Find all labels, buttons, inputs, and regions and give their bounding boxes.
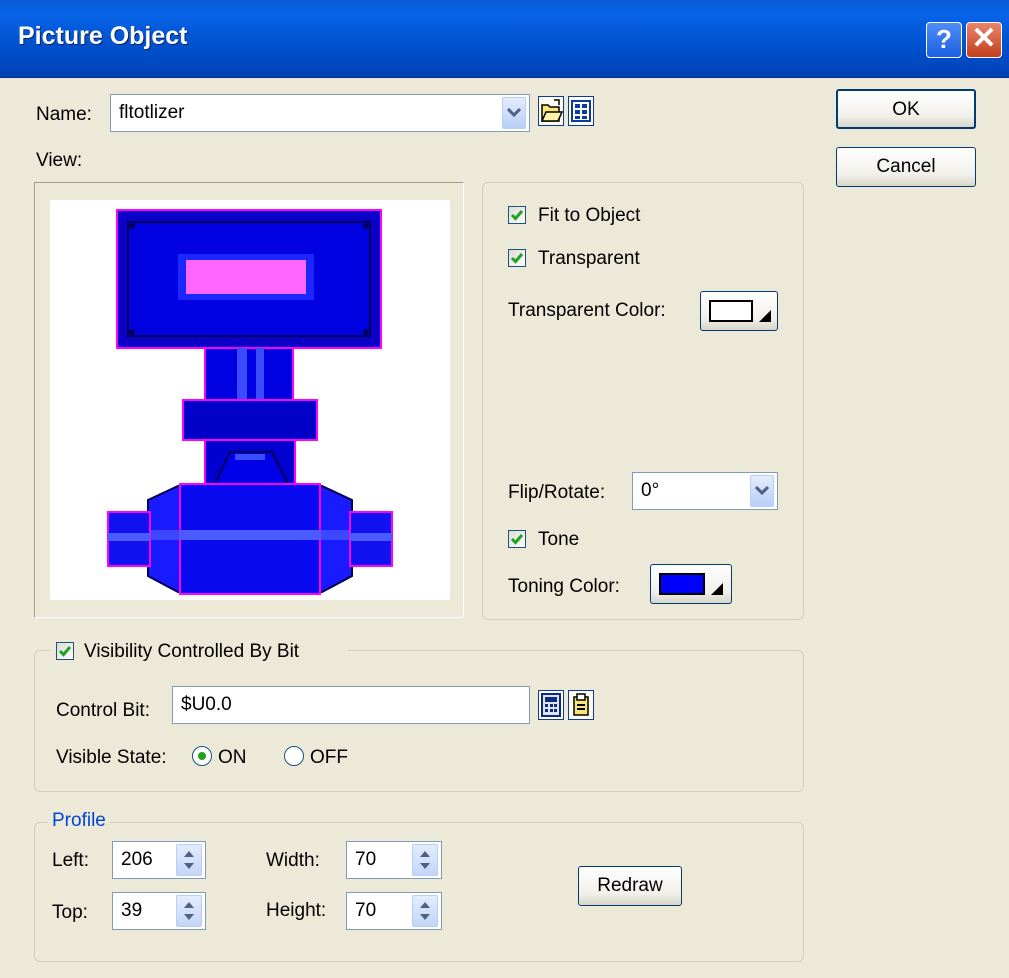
visibility-checkbox[interactable] xyxy=(56,642,74,660)
height-spinner[interactable] xyxy=(412,895,438,927)
visible-state-label: Visible State: xyxy=(56,747,167,768)
visibility-label: Visibility Controlled By Bit xyxy=(84,641,300,662)
help-button[interactable]: ? xyxy=(926,22,962,58)
tone-checkbox[interactable] xyxy=(508,530,526,548)
name-value: fltotlizer xyxy=(119,102,185,123)
dropdown-triangle-icon xyxy=(759,310,771,322)
spin-arrows-icon xyxy=(420,851,430,869)
ok-button[interactable]: OK xyxy=(836,89,976,129)
height-value: 70 xyxy=(355,900,377,921)
chevron-down-icon xyxy=(755,486,769,496)
cancel-button[interactable]: Cancel xyxy=(836,147,976,187)
visible-state-off-radio[interactable] xyxy=(284,746,304,766)
picture-preview xyxy=(50,200,450,600)
name-dropdown-button[interactable] xyxy=(502,97,526,129)
control-bit-value: $U0.0 xyxy=(181,694,232,715)
name-label: Name: xyxy=(36,104,92,125)
spin-arrows-icon xyxy=(184,902,194,920)
spin-arrows-icon xyxy=(184,851,194,869)
name-combo[interactable]: fltotlizer xyxy=(110,94,530,132)
width-value: 70 xyxy=(355,849,377,870)
toning-color-button[interactable] xyxy=(650,564,732,604)
close-button[interactable]: ✕ xyxy=(966,22,1002,58)
view-label: View: xyxy=(36,150,83,171)
dropdown-triangle-icon xyxy=(711,583,723,595)
checkmark-icon xyxy=(510,210,524,221)
tone-label: Tone xyxy=(538,529,580,550)
width-spinner[interactable] xyxy=(412,844,438,876)
transparent-color-button[interactable] xyxy=(700,291,778,331)
transparent-label: Transparent xyxy=(538,248,640,269)
flowmeter-picture xyxy=(107,209,393,595)
checkmark-icon xyxy=(510,534,524,545)
left-spinner[interactable] xyxy=(176,844,202,876)
width-label: Width: xyxy=(266,850,320,871)
transparent-color-label: Transparent Color: xyxy=(508,300,666,321)
folder-open-icon[interactable] xyxy=(538,96,564,126)
calculator-icon[interactable] xyxy=(538,690,564,720)
control-bit-label: Control Bit: xyxy=(56,700,150,721)
visible-state-on-radio[interactable] xyxy=(192,746,212,766)
spin-arrows-icon xyxy=(420,902,430,920)
fit-to-object-label: Fit to Object xyxy=(538,205,641,226)
top-label: Top: xyxy=(52,902,88,923)
control-bit-input[interactable]: $U0.0 xyxy=(172,686,530,724)
flip-rotate-dropdown-button[interactable] xyxy=(750,475,774,507)
left-label: Left: xyxy=(52,850,89,871)
transparent-checkbox[interactable] xyxy=(508,249,526,267)
checkmark-icon xyxy=(58,646,72,657)
top-spinner[interactable] xyxy=(176,895,202,927)
height-label: Height: xyxy=(266,900,327,921)
picture-options-group xyxy=(482,182,804,620)
flip-rotate-label: Flip/Rotate: xyxy=(508,482,606,503)
redraw-button[interactable]: Redraw xyxy=(578,866,682,906)
fit-to-object-checkbox[interactable] xyxy=(508,206,526,224)
transparent-color-swatch xyxy=(709,300,753,322)
toning-color-swatch xyxy=(659,573,705,595)
left-value: 206 xyxy=(121,849,153,870)
top-value: 39 xyxy=(121,900,143,921)
library-grid-icon[interactable] xyxy=(568,96,594,126)
window-title: Picture Object xyxy=(18,22,188,50)
toning-color-label: Toning Color: xyxy=(508,576,620,597)
visible-state-off-label: OFF xyxy=(310,747,348,768)
tag-browse-icon[interactable] xyxy=(568,690,594,720)
chevron-down-icon xyxy=(507,108,521,118)
visible-state-on-label: ON xyxy=(218,747,247,768)
profile-legend: Profile xyxy=(48,810,110,832)
checkmark-icon xyxy=(510,253,524,264)
flip-rotate-value: 0° xyxy=(641,480,660,501)
